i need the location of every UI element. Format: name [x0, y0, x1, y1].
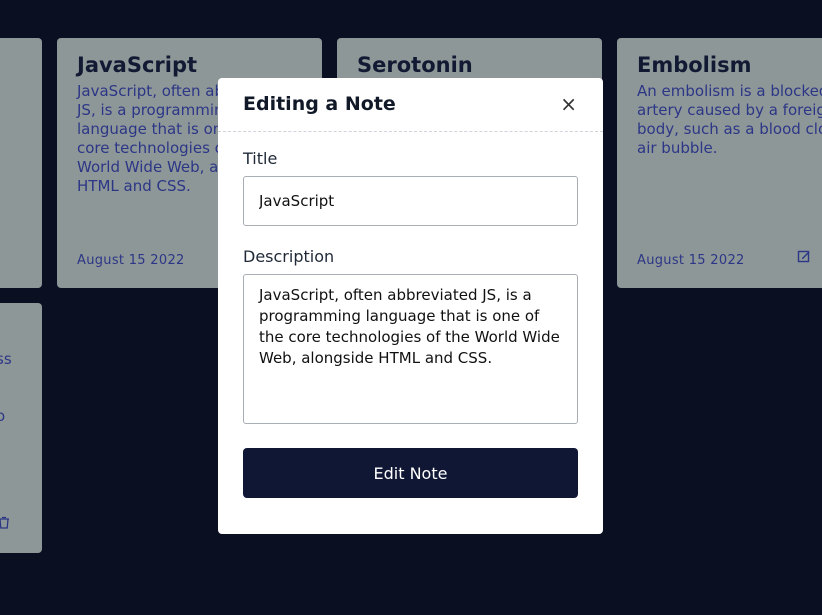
close-icon[interactable]: ×: [560, 92, 577, 116]
edit-note-button[interactable]: Edit Note: [243, 448, 578, 498]
description-label: Description: [243, 247, 335, 266]
edit-note-modal: Editing a Note × Title Description JavaS…: [218, 78, 603, 534]
note-card-embolism[interactable]: Embolism An embolism is a blocked artery…: [617, 38, 822, 288]
note-card-date: August 15 2022: [77, 253, 185, 268]
note-card-title: JavaScript: [77, 53, 198, 77]
note-card-title: Embolism: [637, 53, 752, 77]
edit-icon[interactable]: [797, 249, 811, 267]
note-card-fragment: o: [0, 407, 6, 425]
trash-icon[interactable]: [0, 516, 10, 533]
note-card-date: August 15 2022: [637, 253, 745, 268]
note-card-fragment: ss: [0, 350, 12, 368]
modal-header: Editing a Note ×: [218, 78, 603, 132]
note-card-title: Serotonin: [357, 53, 473, 77]
description-input[interactable]: JavaScript, often abbreviated JS, is a p…: [243, 274, 578, 424]
close-button[interactable]: ×: [560, 94, 577, 114]
title-label: Title: [243, 149, 278, 168]
note-card-description: An embolism is a blocked artery caused b…: [637, 82, 822, 157]
title-input[interactable]: [243, 176, 578, 226]
note-card-partial-bottom: ss o: [0, 303, 42, 553]
note-card-partial-top: [0, 38, 42, 288]
modal-title: Editing a Note: [243, 93, 396, 115]
